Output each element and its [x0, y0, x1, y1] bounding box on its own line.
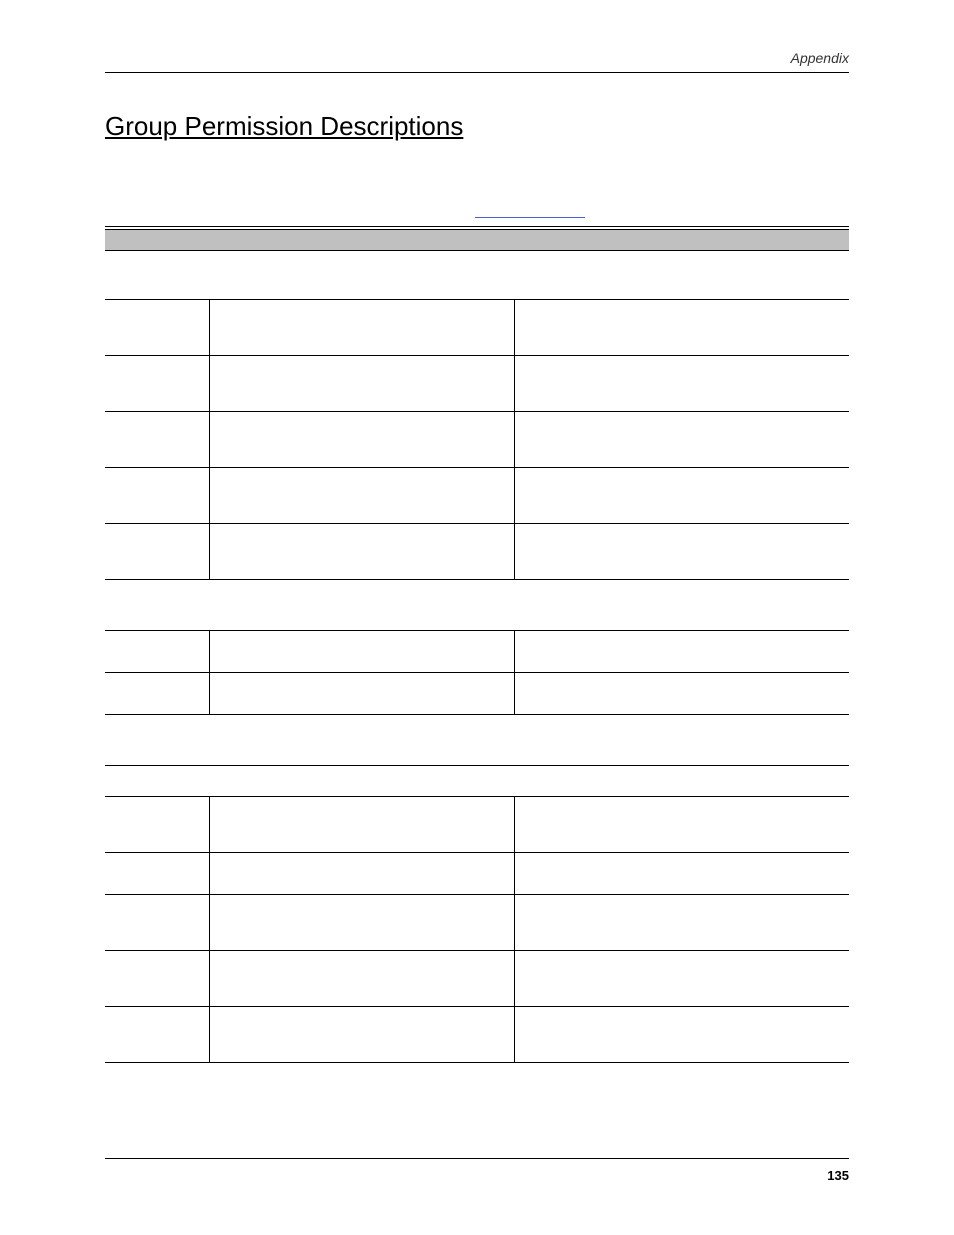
table-row	[105, 412, 849, 468]
link-underline	[475, 204, 585, 218]
table-row	[105, 468, 849, 524]
section-divider	[105, 765, 849, 766]
permissions-table-2	[105, 630, 849, 715]
table-row	[105, 631, 849, 673]
table-row	[105, 895, 849, 951]
table-row	[105, 356, 849, 412]
table-row	[105, 1007, 849, 1063]
permissions-table-3	[105, 796, 849, 1063]
permissions-table-1	[105, 299, 849, 580]
table-row	[105, 673, 849, 715]
section-header-bar	[105, 229, 849, 251]
table-row	[105, 853, 849, 895]
top-rule	[105, 226, 849, 227]
page-header: Appendix	[105, 50, 849, 73]
page-title: Group Permission Descriptions	[105, 111, 849, 142]
table-row	[105, 797, 849, 853]
table-row	[105, 300, 849, 356]
page-number: 135	[827, 1168, 849, 1183]
header-section-label: Appendix	[791, 50, 849, 66]
table-row	[105, 951, 849, 1007]
table-row	[105, 524, 849, 580]
page-footer: 135	[105, 1158, 849, 1185]
intro-link-row	[105, 202, 849, 220]
